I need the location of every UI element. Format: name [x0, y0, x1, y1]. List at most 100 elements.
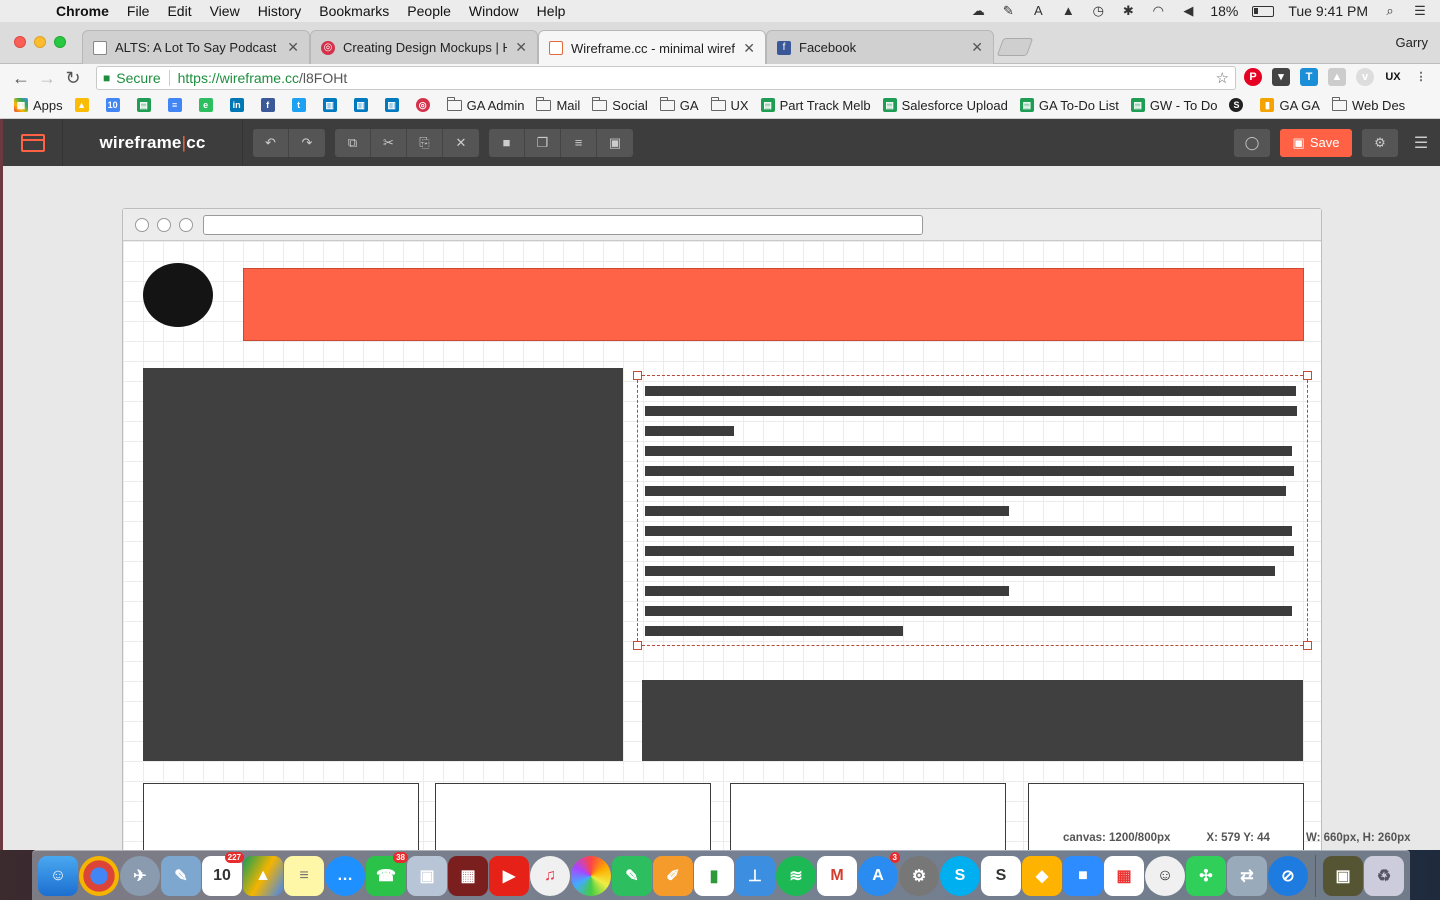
drive-status-icon[interactable]: ▲ — [1060, 4, 1076, 18]
dock-safari-icon[interactable]: ⊘ — [1268, 855, 1308, 896]
browser-mockup-stencil[interactable] — [122, 208, 1322, 850]
ux-extension-icon[interactable]: UX — [1384, 68, 1402, 86]
text-block-element-selected[interactable] — [633, 371, 1312, 650]
dock-messages-icon[interactable]: … — [325, 855, 365, 896]
app-logo[interactable]: wireframe|cc — [63, 119, 243, 166]
header-banner-element[interactable] — [243, 268, 1304, 341]
dock-evernote-icon[interactable]: ✎ — [612, 855, 652, 896]
bookmark-salesforce-upload[interactable]: ▤ Salesforce Upload — [882, 98, 1008, 113]
dock-apps-grid-icon[interactable]: ▦ — [1104, 855, 1144, 896]
menu-file[interactable]: File — [127, 3, 150, 19]
bookmark-trello-3[interactable]: ▥ — [384, 98, 404, 112]
dock-preview-icon[interactable]: ✎ — [161, 855, 201, 896]
dock-youtube-icon[interactable]: ▶ — [489, 855, 529, 896]
dock-facetime-icon[interactable]: ☎ 38 — [366, 851, 408, 896]
trello-extension-icon[interactable]: T — [1300, 68, 1318, 86]
dock-slides-icon[interactable]: S — [981, 855, 1021, 896]
bookmark-gw-todo[interactable]: ▤ GW - To Do — [1130, 98, 1217, 113]
spotlight-search-icon[interactable]: ⌕ — [1382, 4, 1398, 18]
tab-facebook[interactable]: f Facebook ✕ — [766, 30, 994, 64]
stencil-menu-button[interactable] — [3, 119, 63, 166]
canvas-grid[interactable] — [123, 241, 1321, 850]
volume-icon[interactable]: ◀ — [1180, 4, 1196, 18]
time-machine-icon[interactable]: ◷ — [1090, 4, 1106, 18]
dock-migration-icon[interactable]: ⇄ — [1227, 855, 1267, 896]
dock-chrome-icon[interactable] — [79, 855, 119, 896]
dock-cluster-icon[interactable]: ✣ — [1186, 855, 1226, 896]
arrange-button[interactable]: ❐ — [525, 128, 561, 157]
bookmark-trello-1[interactable]: ▥ — [322, 98, 342, 112]
bookmark-ga-ga[interactable]: ▮ GA GA — [1260, 98, 1320, 113]
dock-system-preferences-icon[interactable]: ⚙ — [899, 855, 939, 896]
undo-button[interactable]: ↶ — [253, 128, 289, 157]
battery-icon[interactable] — [1252, 5, 1275, 17]
image-placeholder-element[interactable] — [143, 368, 623, 761]
profile-name[interactable]: Garry — [1396, 35, 1429, 50]
tab-alts-podcast[interactable]: ALTS: A Lot To Say Podcast ✕ — [82, 30, 310, 64]
dock-zoom-icon[interactable]: ■ — [1063, 855, 1103, 896]
battery-percent[interactable]: 18% — [1210, 3, 1238, 19]
evernote-status-icon[interactable]: ✎ — [1000, 4, 1016, 18]
bookmark-folder-ux[interactable]: UX — [710, 96, 749, 113]
bookmark-linkedin[interactable]: in — [229, 98, 249, 112]
zoom-window-button[interactable] — [54, 36, 66, 48]
menu-app-name[interactable]: Chrome — [56, 3, 109, 19]
dock-image-capture-icon[interactable]: ▣ — [407, 855, 447, 896]
minimize-window-button[interactable] — [34, 36, 46, 48]
pinterest-icon[interactable]: P — [1244, 68, 1262, 86]
settings-button[interactable]: ⚙ — [1362, 128, 1398, 157]
bookmark-sheets[interactable]: ▤ — [136, 98, 156, 112]
notification-center-icon[interactable]: ☰ — [1412, 4, 1428, 18]
dock-drive-icon[interactable]: ▲ — [243, 855, 283, 896]
bookmark-twitter[interactable]: t — [291, 98, 311, 112]
delete-button[interactable]: ✕ — [443, 128, 479, 157]
hamburger-menu-icon[interactable]: ☰ — [1408, 133, 1434, 153]
bluetooth-icon[interactable]: ✱ — [1120, 4, 1136, 18]
dock-launchpad-icon[interactable]: ✈ — [120, 855, 160, 896]
paste-button[interactable]: ⎘ — [407, 128, 443, 157]
bookmark-star-icon[interactable]: ☆ — [1216, 69, 1229, 87]
close-tab-icon[interactable]: ✕ — [971, 39, 983, 56]
forward-arrow-icon[interactable]: → — [34, 68, 60, 89]
bookmark-facebook[interactable]: f — [260, 98, 280, 112]
bookmark-trello-2[interactable]: ▥ — [353, 98, 373, 112]
copy-button[interactable]: ⧉ — [335, 128, 371, 157]
menu-bookmarks[interactable]: Bookmarks — [319, 3, 389, 19]
bookmark-part-track-melb[interactable]: ▤ Part Track Melb — [760, 98, 871, 113]
resize-handle-top-left[interactable] — [633, 371, 642, 380]
resize-handle-bottom-left[interactable] — [633, 641, 642, 650]
card-element[interactable] — [435, 783, 711, 850]
dock-photo-booth-icon[interactable]: ▦ — [448, 855, 488, 896]
menu-help[interactable]: Help — [537, 3, 566, 19]
new-tab-button[interactable] — [996, 38, 1034, 56]
back-arrow-icon[interactable]: ← — [8, 68, 34, 89]
card-element[interactable] — [730, 783, 1006, 850]
bookmark-docs[interactable]: ≡ — [167, 98, 187, 112]
resize-handle-top-right[interactable] — [1303, 371, 1312, 380]
card-element[interactable] — [143, 783, 419, 850]
dock-itunes-icon[interactable]: ♫ — [530, 855, 570, 896]
creative-cloud-icon[interactable]: ☁ — [970, 4, 986, 18]
menu-history[interactable]: History — [258, 3, 302, 19]
tab-creating-design-mockups[interactable]: ◎ Creating Design Mockups | HT ✕ — [310, 30, 538, 64]
adobe-icon[interactable]: A — [1030, 4, 1046, 18]
bookmark-s-circle[interactable]: S — [1229, 98, 1248, 112]
dock-downloads-icon[interactable]: ▣ — [1323, 855, 1363, 896]
align-button[interactable]: ≡ — [561, 128, 597, 157]
dock-finder-icon[interactable]: ☺ — [38, 855, 78, 896]
wifi-icon[interactable]: ◠ — [1150, 4, 1166, 18]
save-button[interactable]: ▣ Save — [1280, 128, 1352, 157]
bookmark-folder-social[interactable]: Social — [592, 96, 648, 113]
group-button[interactable]: ▣ — [597, 128, 633, 157]
dock-photos-icon[interactable] — [571, 855, 611, 896]
content-block-element[interactable] — [642, 680, 1303, 761]
bookmark-apps[interactable]: ▦ Apps — [14, 98, 63, 113]
dock-sketch-icon[interactable]: ◆ — [1022, 855, 1062, 896]
close-tab-icon[interactable]: ✕ — [287, 39, 299, 56]
bookmark-ga-todo-list[interactable]: ▤ GA To-Do List — [1019, 98, 1119, 113]
dock-skype-icon[interactable]: S — [940, 855, 980, 896]
address-bar[interactable]: ■ Secure https://wireframe.cc/l8FOHt ☆ — [96, 66, 1236, 90]
menu-view[interactable]: View — [210, 3, 240, 19]
dock-keynote-icon[interactable]: ⊥ — [735, 855, 775, 896]
drive-extension-icon[interactable]: ▲ — [1328, 68, 1346, 86]
